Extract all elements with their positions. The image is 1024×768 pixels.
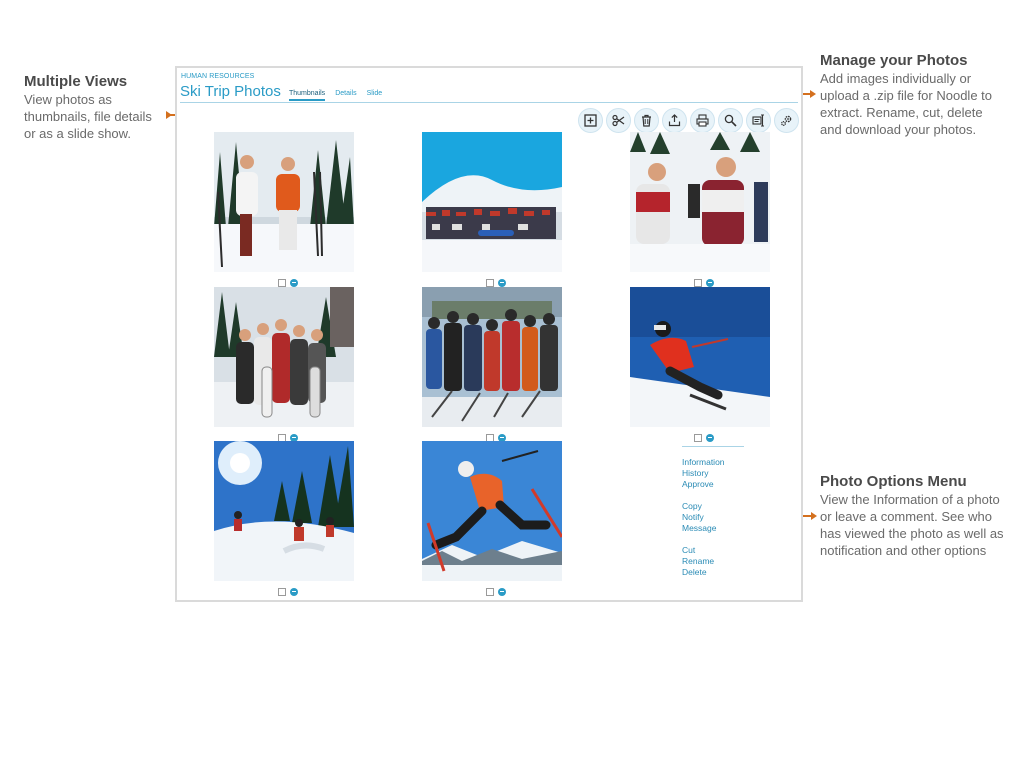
photo-thumbnail[interactable] — [214, 441, 354, 581]
search-icon — [724, 114, 737, 127]
select-checkbox[interactable] — [278, 279, 286, 287]
photo-thumbnail[interactable] — [422, 287, 562, 427]
cut-button[interactable] — [606, 108, 631, 133]
leader-arrow — [811, 512, 817, 520]
photo-options-button[interactable] — [290, 588, 298, 596]
photo-thumbnail[interactable] — [422, 132, 562, 272]
tab-details[interactable]: Details — [335, 90, 356, 101]
menu-group-edit: Cut Rename Delete — [682, 545, 744, 578]
photo-thumbnail[interactable] — [214, 132, 354, 272]
menu-item-message[interactable]: Message — [682, 523, 744, 534]
photo-image — [630, 287, 770, 427]
photo-thumbnail[interactable] — [630, 132, 770, 272]
select-checkbox[interactable] — [694, 434, 702, 442]
callout-line: or leave a comment. See who — [820, 509, 992, 524]
photo-options-button[interactable] — [706, 434, 714, 442]
photo-thumbnail[interactable] — [422, 441, 562, 581]
photo-options-button[interactable] — [498, 279, 506, 287]
trash-icon — [642, 114, 651, 127]
photo-image — [422, 132, 562, 272]
photo-image — [214, 441, 354, 581]
add-icon — [584, 114, 597, 127]
callout-line: extract. Rename, cut, delete — [820, 105, 983, 120]
upload-button[interactable] — [662, 108, 687, 133]
photo-app-window: HUMAN RESOURCES Ski Trip Photos Thumbnai… — [175, 66, 803, 602]
select-checkbox[interactable] — [486, 279, 494, 287]
callout-line: View the Information of a photo — [820, 492, 1000, 507]
callout-title: Manage your Photos — [820, 52, 968, 69]
select-checkbox[interactable] — [694, 279, 702, 287]
photo-options-button[interactable] — [290, 279, 298, 287]
view-tabs: Thumbnails Details Slide — [289, 90, 382, 101]
photo-toolbar — [578, 108, 799, 133]
callout-multiple-views: Multiple Views View photos as thumbnails… — [24, 73, 174, 142]
photo-image — [422, 441, 562, 581]
menu-group-info: Information History Approve — [682, 457, 744, 490]
print-icon — [696, 114, 709, 127]
leader-arrow — [810, 90, 816, 98]
photo-controls — [694, 433, 718, 443]
search-button[interactable] — [718, 108, 743, 133]
menu-item-notify[interactable]: Notify — [682, 512, 744, 523]
print-button[interactable] — [690, 108, 715, 133]
rename-button[interactable] — [746, 108, 771, 133]
menu-item-cut[interactable]: Cut — [682, 545, 744, 556]
photo-controls — [486, 587, 510, 597]
callout-line: or as a slide show. — [24, 126, 131, 141]
settings-button[interactable] — [774, 108, 799, 133]
callout-manage-photos: Manage your Photos Add images individual… — [820, 52, 1020, 138]
page-title: Ski Trip Photos — [180, 83, 281, 100]
upload-icon — [668, 114, 681, 127]
menu-item-delete[interactable]: Delete — [682, 567, 744, 578]
photo-options-button[interactable] — [706, 279, 714, 287]
add-photo-button[interactable] — [578, 108, 603, 133]
menu-item-information[interactable]: Information — [682, 457, 744, 468]
callout-line: has viewed the photo as well as — [820, 526, 1004, 541]
select-checkbox[interactable] — [278, 588, 286, 596]
photo-controls — [278, 587, 302, 597]
callout-title: Photo Options Menu — [820, 473, 967, 490]
callout-line: and download your photos. — [820, 122, 977, 137]
photo-image — [214, 287, 354, 427]
menu-item-rename[interactable]: Rename — [682, 556, 744, 567]
photo-options-button[interactable] — [498, 588, 506, 596]
callout-title: Multiple Views — [24, 73, 128, 90]
section-label: HUMAN RESOURCES — [181, 73, 255, 80]
menu-item-copy[interactable]: Copy — [682, 501, 744, 512]
scissors-icon — [612, 114, 625, 127]
callout-line: Add images individually or — [820, 71, 972, 86]
callout-line: thumbnails, file details — [24, 109, 152, 124]
callout-photo-options: Photo Options Menu View the Information … — [820, 473, 1020, 559]
menu-group-share: Copy Notify Message — [682, 501, 744, 534]
callout-line: upload a .zip file for Noodle to — [820, 88, 992, 103]
tab-slide[interactable]: Slide — [367, 90, 383, 101]
photo-image — [422, 287, 562, 427]
photo-image — [630, 132, 770, 272]
menu-item-approve[interactable]: Approve — [682, 479, 744, 490]
tab-thumbnails[interactable]: Thumbnails — [289, 90, 326, 101]
photo-thumbnail[interactable] — [214, 287, 354, 427]
menu-item-history[interactable]: History — [682, 468, 744, 479]
photo-thumbnail[interactable] — [630, 287, 770, 427]
settings-icon — [781, 115, 792, 126]
callout-line: View photos as — [24, 92, 112, 107]
photo-image — [214, 132, 354, 272]
title-divider — [180, 102, 798, 103]
photo-options-menu: Information History Approve Copy Notify … — [682, 446, 744, 589]
delete-button[interactable] — [634, 108, 659, 133]
rename-icon — [752, 114, 764, 127]
select-checkbox[interactable] — [486, 588, 494, 596]
callout-line: notification and other options — [820, 543, 987, 558]
